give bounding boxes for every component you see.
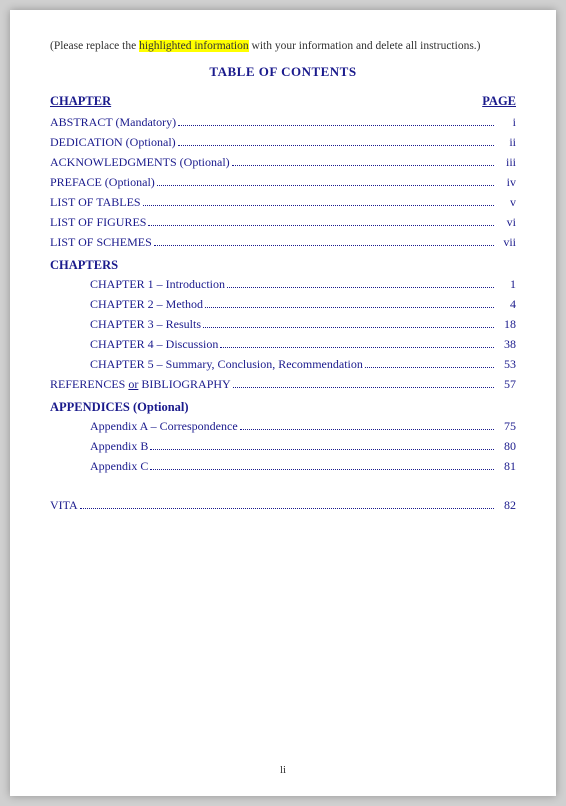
fm-page-2: iii: [496, 155, 516, 170]
ap-page-1: 80: [496, 439, 516, 454]
ch-label-2: CHAPTER 3 – Results: [90, 317, 201, 332]
vita-entry: VITA 82: [50, 498, 516, 513]
fm-dots-3: [157, 185, 494, 186]
front-matter-row: DEDICATION (Optional) ii: [50, 135, 516, 150]
table-title: TABLE OF CONTENTS: [50, 64, 516, 80]
fm-page-4: v: [496, 195, 516, 210]
fm-label-2: ACKNOWLEDGMENTS (Optional): [50, 155, 230, 170]
ap-page-2: 81: [496, 459, 516, 474]
instruction-text: (Please replace the highlighted informat…: [50, 38, 516, 54]
fm-label-0: ABSTRACT (Mandatory): [50, 115, 176, 130]
fm-dots-5: [148, 225, 494, 226]
ch-label-3: CHAPTER 4 – Discussion: [90, 337, 218, 352]
ch-page-3: 38: [496, 337, 516, 352]
appendix-row: Appendix C 81: [50, 459, 516, 474]
page-col-header: PAGE: [482, 94, 516, 109]
column-headers: CHAPTER PAGE: [50, 94, 516, 109]
fm-page-3: iv: [496, 175, 516, 190]
fm-dots-4: [143, 205, 494, 206]
chapter-col-header: CHAPTER: [50, 94, 111, 109]
page: (Please replace the highlighted informat…: [10, 10, 556, 796]
fm-label-4: LIST OF TABLES: [50, 195, 141, 210]
ap-dots-2: [150, 469, 494, 470]
ap-page-0: 75: [496, 419, 516, 434]
fm-label-6: LIST OF SCHEMES: [50, 235, 152, 250]
chapters-section: CHAPTER 1 – Introduction 1 CHAPTER 2 – M…: [50, 277, 516, 372]
ch-dots-0: [227, 287, 494, 288]
vita-page: 82: [496, 498, 516, 513]
fm-label-5: LIST OF FIGURES: [50, 215, 146, 230]
ch-dots-4: [365, 367, 494, 368]
vita-dots: [80, 508, 494, 509]
references-label: REFERENCES or BIBLIOGRAPHY: [50, 377, 231, 392]
ch-dots-3: [220, 347, 494, 348]
vita-section: VITA 82: [50, 498, 516, 513]
chapter-row: CHAPTER 4 – Discussion 38: [50, 337, 516, 352]
appendix-row: Appendix A – Correspondence 75: [50, 419, 516, 434]
chapter-row: CHAPTER 2 – Method 4: [50, 297, 516, 312]
chapter-row: CHAPTER 3 – Results 18: [50, 317, 516, 332]
ch-dots-1: [205, 307, 494, 308]
ch-page-4: 53: [496, 357, 516, 372]
footer-page-number: li: [10, 764, 556, 776]
fm-dots-2: [232, 165, 494, 166]
ap-label-0: Appendix A – Correspondence: [90, 419, 238, 434]
ap-label-1: Appendix B: [90, 439, 148, 454]
ap-dots-0: [240, 429, 494, 430]
fm-page-5: vi: [496, 215, 516, 230]
ch-page-0: 1: [496, 277, 516, 292]
fm-dots-6: [154, 245, 494, 246]
front-matter-row: LIST OF TABLES v: [50, 195, 516, 210]
ch-dots-2: [203, 327, 494, 328]
chapter-row: CHAPTER 1 – Introduction 1: [50, 277, 516, 292]
front-matter-row: PREFACE (Optional) iv: [50, 175, 516, 190]
references-page: 57: [496, 377, 516, 392]
front-matter-section: ABSTRACT (Mandatory) i DEDICATION (Optio…: [50, 115, 516, 250]
appendices-section: Appendix A – Correspondence 75 Appendix …: [50, 419, 516, 474]
front-matter-row: ABSTRACT (Mandatory) i: [50, 115, 516, 130]
fm-dots-1: [178, 145, 494, 146]
ap-dots-1: [150, 449, 494, 450]
fm-page-0: i: [496, 115, 516, 130]
appendix-row: Appendix B 80: [50, 439, 516, 454]
vita-label: VITA: [50, 498, 78, 513]
front-matter-row: ACKNOWLEDGMENTS (Optional) iii: [50, 155, 516, 170]
ch-page-2: 18: [496, 317, 516, 332]
ch-label-1: CHAPTER 2 – Method: [90, 297, 203, 312]
front-matter-row: LIST OF FIGURES vi: [50, 215, 516, 230]
chapters-section-header: CHAPTERS: [50, 258, 516, 273]
fm-page-6: vii: [496, 235, 516, 250]
fm-page-1: ii: [496, 135, 516, 150]
references-entry: REFERENCES or BIBLIOGRAPHY 57: [50, 377, 516, 392]
ch-page-1: 4: [496, 297, 516, 312]
ap-label-2: Appendix C: [90, 459, 148, 474]
references-dots: [233, 387, 494, 388]
ch-label-4: CHAPTER 5 – Summary, Conclusion, Recomme…: [90, 357, 363, 372]
appendices-section-header: APPENDICES (Optional): [50, 400, 516, 415]
chapter-row: CHAPTER 5 – Summary, Conclusion, Recomme…: [50, 357, 516, 372]
fm-label-1: DEDICATION (Optional): [50, 135, 176, 150]
highlighted-text: highlighted information: [139, 40, 249, 52]
fm-label-3: PREFACE (Optional): [50, 175, 155, 190]
ch-label-0: CHAPTER 1 – Introduction: [90, 277, 225, 292]
front-matter-row: LIST OF SCHEMES vii: [50, 235, 516, 250]
fm-dots-0: [178, 125, 494, 126]
